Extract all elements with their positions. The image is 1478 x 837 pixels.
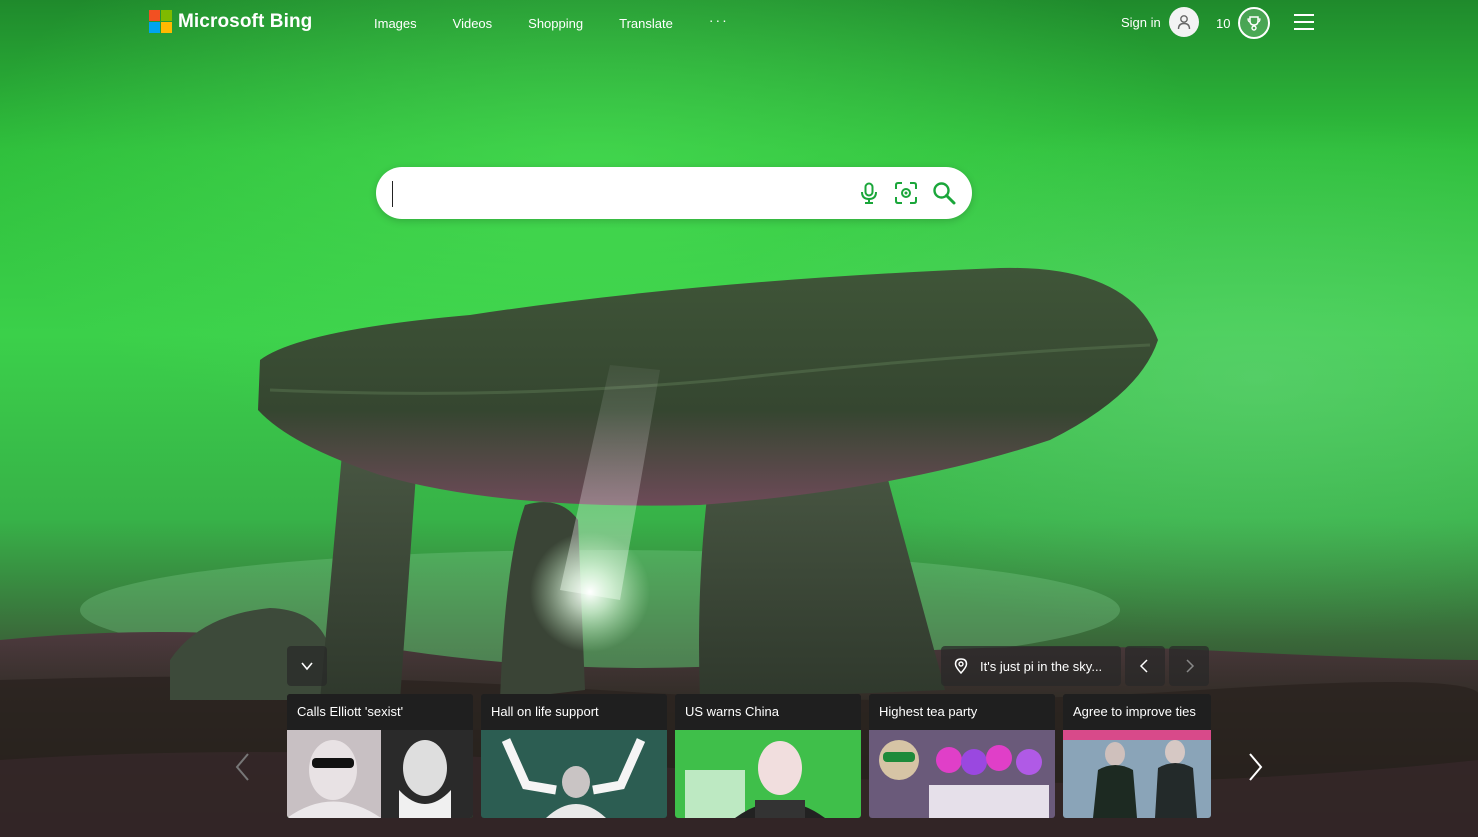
nav-videos[interactable]: Videos xyxy=(453,16,493,32)
previous-image-button[interactable] xyxy=(1125,646,1165,686)
news-card-title: Calls Elliott 'sexist' xyxy=(287,694,473,730)
news-card[interactable]: Agree to improve ties xyxy=(1063,694,1211,818)
chevron-left-icon xyxy=(235,753,249,781)
news-card[interactable]: US warns China xyxy=(675,694,861,818)
news-card-image xyxy=(1063,730,1211,818)
chevron-right-icon xyxy=(1249,753,1263,781)
person-icon xyxy=(1168,7,1199,37)
news-card-title: US warns China xyxy=(675,694,861,730)
logo-text: Microsoft Bing xyxy=(178,10,313,32)
sign-in-label: Sign in xyxy=(1121,14,1161,30)
news-card-title: Highest tea party xyxy=(869,694,1055,730)
image-info-button[interactable]: It's just pi in the sky... xyxy=(941,646,1121,686)
top-nav: Images Videos Shopping Translate ··· xyxy=(374,12,765,32)
rewards-points: 10 xyxy=(1216,15,1231,31)
news-card-image xyxy=(675,730,861,818)
rewards-button[interactable]: 10 xyxy=(1216,7,1271,39)
chevron-right-icon xyxy=(1186,659,1195,673)
microsoft-logo-icon xyxy=(149,10,172,33)
microphone-icon[interactable] xyxy=(857,181,881,205)
nav-translate[interactable]: Translate xyxy=(619,16,673,32)
news-card[interactable]: Hall on life support xyxy=(481,694,667,818)
chevron-down-icon xyxy=(301,662,313,671)
news-card-title: Agree to improve ties xyxy=(1063,694,1211,730)
news-card-image xyxy=(869,730,1055,818)
news-card-title: Hall on life support xyxy=(481,694,667,730)
hamburger-menu-icon[interactable] xyxy=(1294,14,1314,30)
news-card-image xyxy=(481,730,667,818)
trophy-icon xyxy=(1238,7,1271,39)
bing-logo[interactable]: Microsoft Bing xyxy=(149,10,312,33)
next-image-button[interactable] xyxy=(1169,646,1209,686)
sign-in-button[interactable]: Sign in xyxy=(1121,7,1199,37)
search-input[interactable] xyxy=(392,181,837,207)
bing-homepage: Microsoft Bing Images Videos Shopping Tr… xyxy=(0,0,1478,837)
location-pin-icon xyxy=(954,658,968,674)
news-card[interactable]: Highest tea party xyxy=(869,694,1055,818)
chevron-left-icon xyxy=(1139,659,1148,673)
image-caption: It's just pi in the sky... xyxy=(980,658,1103,674)
news-card-image xyxy=(287,730,473,818)
search-icon[interactable] xyxy=(932,181,956,205)
news-previous-button[interactable] xyxy=(232,752,254,782)
nav-shopping[interactable]: Shopping xyxy=(528,16,583,32)
top-bar: Microsoft Bing Images Videos Shopping Tr… xyxy=(0,0,1478,46)
nav-images[interactable]: Images xyxy=(374,16,417,32)
news-next-button[interactable] xyxy=(1244,752,1266,782)
collapse-news-button[interactable] xyxy=(287,646,327,686)
search-box xyxy=(376,167,972,219)
visual-search-icon[interactable] xyxy=(894,181,918,205)
news-card[interactable]: Calls Elliott 'sexist' xyxy=(287,694,473,818)
nav-more[interactable]: ··· xyxy=(709,12,729,28)
